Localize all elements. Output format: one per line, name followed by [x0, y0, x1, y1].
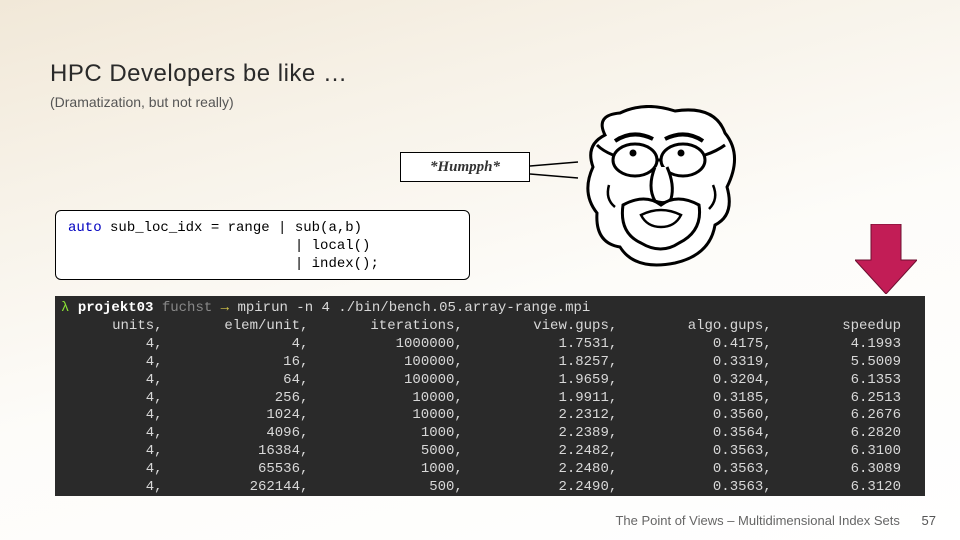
table-header-cell: view.gups,	[473, 318, 627, 336]
table-cell: 500,	[318, 479, 472, 496]
table-cell: 0.3204,	[627, 372, 781, 390]
table-cell: 4,	[61, 390, 173, 408]
table-cell: 1.7531,	[473, 336, 627, 354]
prompt-host: projekt03	[78, 300, 154, 316]
table-row: 4,262144,500,2.2490,0.3563,6.3120	[61, 479, 919, 496]
table-cell: 4096,	[173, 425, 319, 443]
down-arrow-icon	[855, 224, 917, 294]
table-header-cell: elem/unit,	[173, 318, 319, 336]
table-cell: 1024,	[173, 407, 319, 425]
table-cell: 5000,	[318, 443, 472, 461]
table-cell: 4.1993	[782, 336, 919, 354]
table-cell: 0.3560,	[627, 407, 781, 425]
table-cell: 0.3563,	[627, 479, 781, 496]
table-cell: 4,	[61, 354, 173, 372]
benchmark-table: units,elem/unit,iterations,view.gups,alg…	[61, 318, 919, 496]
table-cell: 1.9659,	[473, 372, 627, 390]
footer-text: The Point of Views – Multidimensional In…	[615, 513, 899, 528]
slide-subtitle: (Dramatization, but not really)	[50, 94, 234, 110]
table-cell: 16,	[173, 354, 319, 372]
table-cell: 10000,	[318, 407, 472, 425]
table-row: 4,16,100000,1.8257,0.3319,5.5009	[61, 354, 919, 372]
table-cell: 100000,	[318, 372, 472, 390]
table-cell: 6.2676	[782, 407, 919, 425]
table-cell: 4,	[61, 479, 173, 496]
code-line-1: sub_loc_idx = range | sub(a,b)	[102, 220, 362, 236]
table-cell: 1.8257,	[473, 354, 627, 372]
table-cell: 64,	[173, 372, 319, 390]
table-cell: 0.3564,	[627, 425, 781, 443]
table-cell: 6.3100	[782, 443, 919, 461]
table-cell: 0.3563,	[627, 461, 781, 479]
table-row: 4,64,100000,1.9659,0.3204,6.1353	[61, 372, 919, 390]
table-row: 4,1024,10000,2.2312,0.3560,6.2676	[61, 407, 919, 425]
table-cell: 0.3563,	[627, 443, 781, 461]
table-cell: 2.2482,	[473, 443, 627, 461]
table-cell: 1000000,	[318, 336, 472, 354]
grumpy-man-cartoon-icon	[575, 105, 750, 285]
table-cell: 4,	[61, 443, 173, 461]
table-cell: 2.2312,	[473, 407, 627, 425]
table-header-cell: speedup	[782, 318, 919, 336]
prompt-lambda: λ	[61, 300, 69, 316]
table-cell: 6.3120	[782, 479, 919, 496]
table-cell: 262144,	[173, 479, 319, 496]
table-cell: 2.2389,	[473, 425, 627, 443]
table-cell: 6.2820	[782, 425, 919, 443]
table-cell: 2.2480,	[473, 461, 627, 479]
slide-title: HPC Developers be like …	[50, 60, 347, 88]
table-header-cell: iterations,	[318, 318, 472, 336]
table-cell: 4,	[61, 407, 173, 425]
table-cell: 0.3319,	[627, 354, 781, 372]
table-cell: 6.2513	[782, 390, 919, 408]
code-keyword: auto	[68, 220, 102, 236]
table-cell: 1000,	[318, 461, 472, 479]
table-cell: 4,	[61, 372, 173, 390]
table-cell: 10000,	[318, 390, 472, 408]
slide-footer: The Point of Views – Multidimensional In…	[615, 513, 936, 528]
table-cell: 4,	[61, 461, 173, 479]
table-row: 4,256,10000,1.9911,0.3185,6.2513	[61, 390, 919, 408]
table-cell: 100000,	[318, 354, 472, 372]
code-snippet-box: auto sub_loc_idx = range | sub(a,b) | lo…	[55, 210, 470, 280]
table-row: 4,16384,5000,2.2482,0.3563,6.3100	[61, 443, 919, 461]
table-cell: 1.9911,	[473, 390, 627, 408]
table-cell: 0.4175,	[627, 336, 781, 354]
prompt-command: mpirun -n 4 ./bin/bench.05.array-range.m…	[229, 300, 590, 316]
prompt-dir: fuchst	[162, 300, 212, 316]
table-cell: 0.3185,	[627, 390, 781, 408]
table-header-cell: algo.gups,	[627, 318, 781, 336]
table-header-cell: units,	[61, 318, 173, 336]
table-cell: 65536,	[173, 461, 319, 479]
table-cell: 4,	[61, 425, 173, 443]
code-line-3: | index();	[68, 256, 379, 272]
table-header-row: units,elem/unit,iterations,view.gups,alg…	[61, 318, 919, 336]
terminal-output: λ projekt03 fuchst → mpirun -n 4 ./bin/b…	[55, 296, 925, 496]
terminal-prompt-line: λ projekt03 fuchst → mpirun -n 4 ./bin/b…	[61, 300, 919, 318]
table-cell: 256,	[173, 390, 319, 408]
speech-bubble-tail-icon	[530, 160, 580, 180]
table-cell: 2.2490,	[473, 479, 627, 496]
table-cell: 4,	[173, 336, 319, 354]
speech-bubble: *Humpph*	[400, 152, 530, 182]
table-cell: 1000,	[318, 425, 472, 443]
table-row: 4,4,1000000,1.7531,0.4175,4.1993	[61, 336, 919, 354]
table-cell: 6.1353	[782, 372, 919, 390]
table-row: 4,65536,1000,2.2480,0.3563,6.3089	[61, 461, 919, 479]
table-row: 4,4096,1000,2.2389,0.3564,6.2820	[61, 425, 919, 443]
table-cell: 5.5009	[782, 354, 919, 372]
page-number: 57	[922, 513, 936, 528]
prompt-arrow-icon: →	[221, 300, 229, 316]
code-line-2: | local()	[68, 238, 370, 254]
table-cell: 4,	[61, 336, 173, 354]
table-cell: 6.3089	[782, 461, 919, 479]
table-cell: 16384,	[173, 443, 319, 461]
